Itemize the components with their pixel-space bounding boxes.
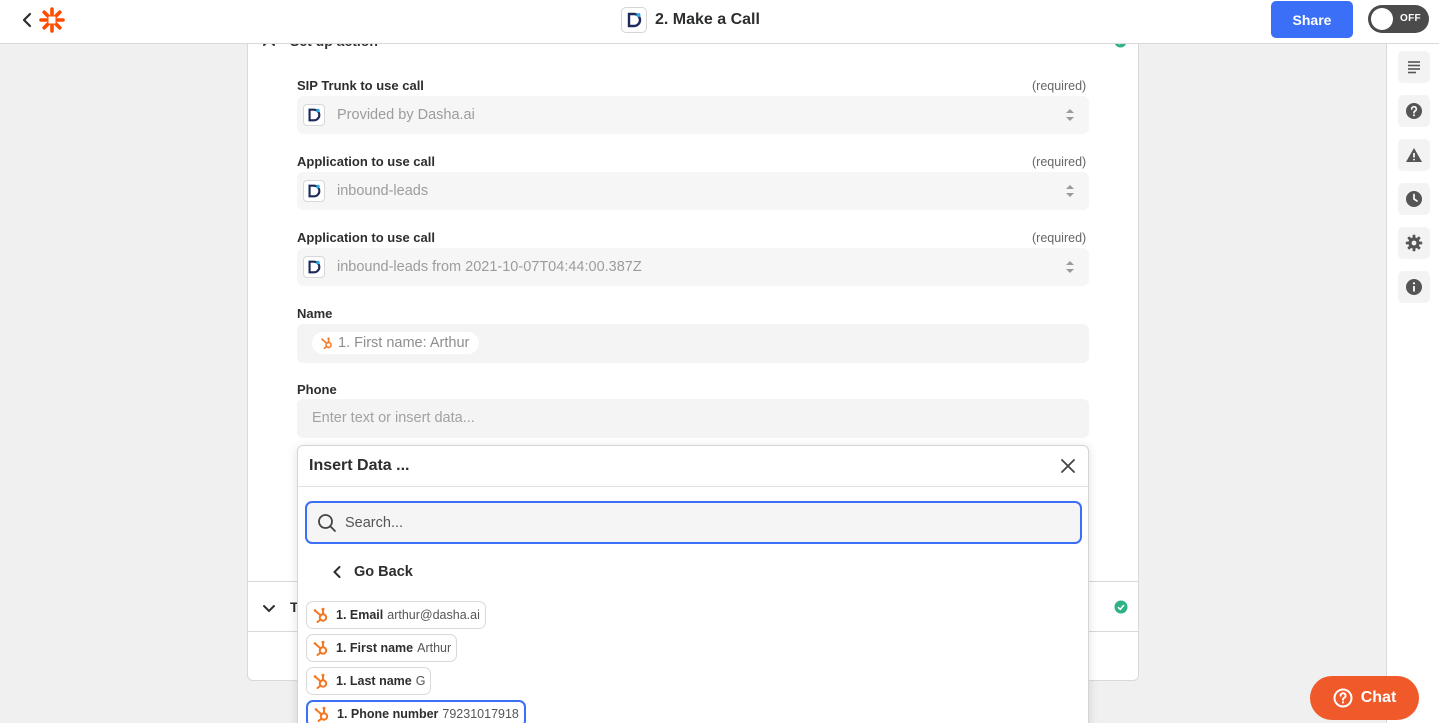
data-item-key: 1. Email [336, 608, 384, 622]
data-item-phone-number[interactable]: 1. Phone number 79231017918 [306, 700, 526, 723]
success-check-icon [1114, 600, 1128, 614]
back-chevron-icon[interactable] [18, 10, 38, 30]
help-icon[interactable] [1398, 95, 1430, 127]
data-item-key: 1. First name [336, 641, 414, 655]
chevron-left-icon [333, 566, 341, 578]
toggle-label: OFF [1400, 13, 1421, 24]
zap-on-off-toggle[interactable]: OFF [1368, 5, 1429, 33]
dasha-app-icon [303, 180, 325, 202]
hubspot-icon [313, 640, 328, 656]
name-input[interactable]: 1. First name: Arthur [297, 324, 1089, 363]
data-item-value: G [415, 674, 426, 688]
application-value: inbound-leads [337, 183, 429, 199]
close-icon[interactable] [1060, 458, 1076, 474]
sip-trunk-label: SIP Trunk to use call [297, 78, 424, 93]
dasha-app-icon [621, 7, 647, 33]
data-item-first-name[interactable]: 1. First name Arthur [306, 634, 458, 662]
sip-trunk-select[interactable]: Provided by Dasha.ai [297, 96, 1089, 134]
data-item-key: 1. Phone number [337, 707, 439, 721]
data-item-last-name[interactable]: 1. Last name G [306, 667, 432, 695]
chat-button[interactable]: Chat [1310, 676, 1419, 720]
hubspot-icon [314, 706, 329, 722]
sip-trunk-value: Provided by Dasha.ai [337, 107, 475, 123]
phone-label: Phone [297, 382, 337, 397]
phone-placeholder: Enter text or insert data... [312, 410, 475, 426]
search-input[interactable] [345, 503, 1065, 542]
data-item-email[interactable]: 1. Email arthur@dasha.ai [306, 601, 486, 629]
outline-icon[interactable] [1398, 51, 1430, 83]
select-arrows-icon [1066, 185, 1074, 197]
share-button[interactable]: Share [1271, 1, 1353, 38]
required-indicator: (required) [1032, 231, 1087, 245]
first-name-chip[interactable]: 1. First name: Arthur [312, 332, 480, 354]
first-name-chip-label: 1. First name: Arthur [338, 335, 470, 351]
application-version-value: inbound-leads from 2021-10-07T04:44:00.3… [337, 259, 642, 275]
clock-icon[interactable] [1398, 183, 1430, 215]
page-title-group: 2. Make a Call [621, 6, 760, 34]
select-arrows-icon [1066, 261, 1074, 273]
gear-icon[interactable] [1398, 227, 1430, 259]
application-version-label: Application to use call [297, 230, 435, 245]
select-arrows-icon [1066, 109, 1074, 121]
required-indicator: (required) [1032, 155, 1087, 169]
zapier-logo-icon[interactable] [39, 7, 65, 33]
search-icon [318, 514, 336, 532]
phone-input[interactable]: Enter text or insert data... [297, 399, 1089, 438]
data-item-value: 79231017918 [442, 707, 519, 721]
warning-icon[interactable] [1398, 139, 1430, 171]
toggle-knob [1371, 8, 1393, 30]
search-box [305, 501, 1082, 544]
hubspot-icon [313, 607, 328, 623]
chevron-down-icon[interactable] [262, 601, 276, 613]
data-item-value: Arthur [417, 641, 452, 655]
data-item-key: 1. Last name [336, 674, 412, 688]
insert-data-popup: Insert Data ... Go Back 1. Email arthur@… [297, 445, 1089, 723]
hubspot-icon [321, 337, 332, 350]
application-select[interactable]: inbound-leads [297, 172, 1089, 210]
dasha-app-icon [303, 256, 325, 278]
required-indicator: (required) [1032, 79, 1087, 93]
right-sidebar [1386, 44, 1439, 723]
dasha-app-icon [303, 104, 325, 126]
go-back-button[interactable]: Go Back [332, 564, 413, 580]
popup-divider [298, 486, 1088, 487]
info-icon[interactable] [1398, 271, 1430, 303]
name-label: Name [297, 306, 333, 321]
help-circle-icon [1333, 688, 1353, 708]
application-version-select[interactable]: inbound-leads from 2021-10-07T04:44:00.3… [297, 248, 1089, 286]
popup-title: Insert Data ... [309, 457, 410, 474]
go-back-label: Go Back [354, 564, 413, 580]
page-title: 2. Make a Call [655, 11, 760, 28]
hubspot-icon [313, 673, 328, 689]
chat-label: Chat [1360, 689, 1397, 706]
data-item-value: arthur@dasha.ai [387, 608, 480, 622]
top-bar: 2. Make a Call Share OFF [0, 0, 1439, 44]
application-label: Application to use call [297, 154, 435, 169]
